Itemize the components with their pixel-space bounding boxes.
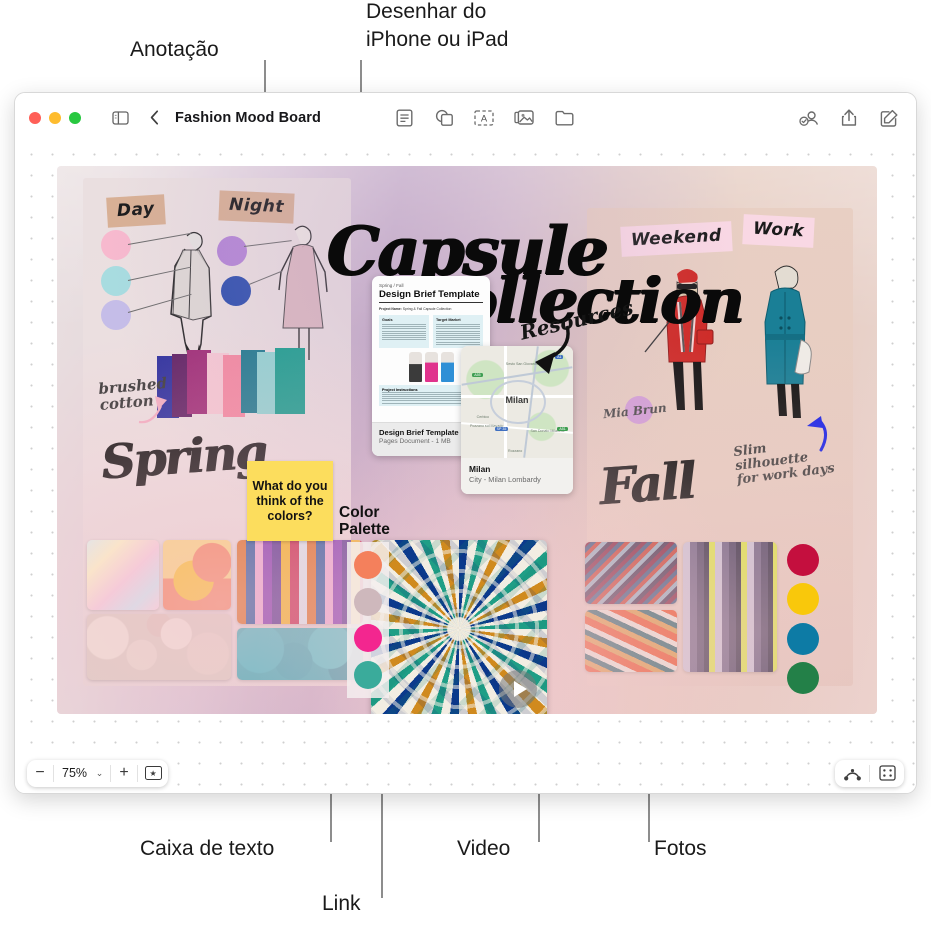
zoom-out-button[interactable]: − bbox=[27, 760, 53, 787]
swatch-day-1[interactable] bbox=[101, 230, 131, 260]
document-col1-lines bbox=[382, 324, 426, 341]
sketch-figure-weekend bbox=[644, 269, 714, 410]
season-label-spring: Spring bbox=[99, 424, 268, 491]
mood-board[interactable]: Day Night brushed cotton Spring Weekend … bbox=[57, 166, 877, 714]
share-icon[interactable] bbox=[836, 105, 862, 131]
photo-roses[interactable] bbox=[87, 614, 231, 680]
text-box-icon[interactable]: A bbox=[471, 105, 497, 131]
photo-pleated-fabric[interactable] bbox=[683, 542, 777, 672]
season-label-fall: Fall bbox=[597, 450, 697, 517]
app-window: Fashion Mood Board A Day Night brushed c… bbox=[14, 92, 917, 794]
fall-dot-1[interactable] bbox=[787, 544, 819, 576]
callout-annotation: Anotação bbox=[130, 38, 219, 61]
callout-link: Link bbox=[322, 892, 361, 915]
toolbar-right-group bbox=[796, 105, 902, 131]
svg-text:A: A bbox=[481, 112, 488, 123]
arrow-brushed-cotton bbox=[138, 396, 167, 424]
tape-label-work: Work bbox=[742, 214, 815, 248]
map-shield-a55: A55 bbox=[472, 372, 483, 377]
map-label-rozzano: Rozzano bbox=[508, 449, 523, 454]
photo-fabric-rolls[interactable] bbox=[237, 540, 363, 624]
document-title[interactable]: Fashion Mood Board bbox=[175, 110, 321, 126]
document-project-meta: Project Name: Spring & Fall Capsule Coll… bbox=[379, 307, 483, 311]
connector-icon[interactable] bbox=[835, 760, 869, 787]
sidebar-toggle-icon[interactable] bbox=[107, 105, 133, 131]
document-col2-lines bbox=[436, 324, 480, 345]
photo-turquoise-stones[interactable] bbox=[237, 628, 363, 680]
swatch-night-2[interactable] bbox=[221, 276, 251, 306]
folder-icon[interactable] bbox=[551, 105, 577, 131]
document-col1-title: Goals bbox=[382, 318, 393, 322]
zoom-controls[interactable]: − 75% ⌄ + ★ bbox=[27, 759, 169, 787]
play-triangle-icon bbox=[513, 681, 527, 697]
palette-dot-3[interactable] bbox=[354, 624, 382, 653]
back-chevron-icon[interactable] bbox=[141, 105, 167, 131]
toolbar-center-group: A bbox=[391, 105, 577, 131]
tape-label-weekend: Weekend bbox=[620, 221, 733, 257]
fabric-swatch-row[interactable] bbox=[157, 348, 305, 420]
photo-chevron-knit[interactable] bbox=[585, 542, 677, 604]
document-col2-title: Target Market bbox=[436, 318, 461, 322]
color-palette-strip[interactable] bbox=[347, 542, 389, 698]
minimize-button[interactable] bbox=[49, 111, 61, 124]
photo-abstract-shapes[interactable] bbox=[163, 540, 231, 610]
photo-watercolor[interactable] bbox=[87, 540, 159, 610]
swatch-day-2[interactable] bbox=[101, 266, 131, 296]
star-icon: ★ bbox=[144, 766, 162, 780]
swatch-night-1[interactable] bbox=[217, 236, 247, 266]
document-project-value: Spring & Fall Capsule Collection bbox=[402, 307, 452, 311]
favorites-button[interactable]: ★ bbox=[138, 760, 168, 787]
collaborate-icon[interactable] bbox=[796, 105, 822, 131]
close-button[interactable] bbox=[29, 111, 41, 124]
map-footer: Milan City - Milan Lombardy bbox=[461, 458, 573, 494]
note-icon[interactable] bbox=[391, 105, 417, 131]
photo-orange-weave[interactable] bbox=[585, 610, 677, 672]
fall-dot-2[interactable] bbox=[787, 583, 819, 616]
grid-icon[interactable] bbox=[870, 760, 904, 787]
callout-textbox: Caixa de texto bbox=[140, 837, 275, 860]
map-shield-a51: A51 bbox=[557, 426, 568, 431]
swatch-day-3[interactable] bbox=[101, 300, 131, 330]
compose-icon[interactable] bbox=[876, 105, 902, 131]
callout-photos: Fotos bbox=[654, 837, 707, 860]
maximize-button[interactable] bbox=[69, 111, 81, 124]
fall-dot-3[interactable] bbox=[787, 622, 819, 655]
shapes-icon[interactable] bbox=[431, 105, 457, 131]
video-element[interactable] bbox=[371, 540, 547, 714]
window-titlebar: Fashion Mood Board A bbox=[15, 93, 916, 142]
callout-video: Video bbox=[457, 837, 511, 860]
palette-dot-2[interactable] bbox=[354, 587, 382, 616]
canvas-tools[interactable] bbox=[835, 759, 904, 787]
map-name: Milan bbox=[469, 464, 491, 474]
sketch-figure-night bbox=[278, 225, 328, 360]
fall-dot-4[interactable] bbox=[787, 661, 819, 694]
document-col-goals: Goals bbox=[379, 315, 429, 348]
palette-dot-1[interactable] bbox=[354, 551, 382, 580]
document-kicker: Spring / Fall bbox=[379, 283, 404, 288]
map-subtitle: City - Milan Lombardy bbox=[469, 475, 541, 484]
sticky-note[interactable]: What do you think of the colors? bbox=[247, 461, 333, 541]
play-button[interactable] bbox=[499, 670, 537, 708]
map-label-cerbico: Cerbico bbox=[476, 415, 490, 420]
fall-color-dots[interactable] bbox=[787, 544, 827, 694]
document-project-label: Project Name: bbox=[379, 307, 402, 311]
callout-draw: Desenhar do iPhone ou iPad bbox=[366, 0, 509, 51]
media-icon[interactable] bbox=[511, 105, 537, 131]
canvas-bottom-bar: − 75% ⌄ + ★ bbox=[15, 753, 916, 793]
chevron-down-icon[interactable]: ⌄ bbox=[93, 760, 110, 787]
map-city-label: Milan bbox=[505, 394, 529, 405]
annotation-slim-silhouette: Slim silhouette for work days bbox=[732, 441, 836, 488]
board-canvas[interactable]: Day Night brushed cotton Spring Weekend … bbox=[15, 142, 916, 793]
document-columns: Goals Target Market bbox=[379, 315, 483, 348]
zoom-level-value[interactable]: 75% bbox=[54, 760, 93, 787]
map-shield-sp35: SP 35 bbox=[494, 426, 509, 431]
zoom-in-button[interactable]: + bbox=[111, 760, 137, 787]
traffic-lights bbox=[29, 111, 81, 124]
document-heading: Design Brief Template bbox=[379, 289, 483, 303]
text-box-color-palette[interactable]: Color Palette bbox=[339, 504, 399, 538]
arrow-resources bbox=[535, 325, 570, 374]
document-col-market: Target Market bbox=[433, 315, 483, 348]
palette-dot-4[interactable] bbox=[354, 660, 382, 689]
